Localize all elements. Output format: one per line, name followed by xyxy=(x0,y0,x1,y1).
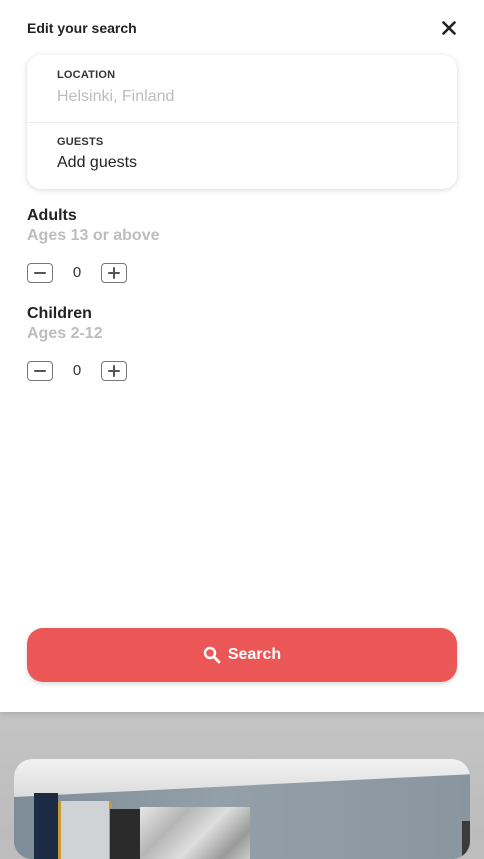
minus-icon xyxy=(34,362,46,381)
adults-count: 0 xyxy=(72,264,82,281)
guests-value[interactable]: Add guests xyxy=(57,154,137,172)
adults-subtitle: Ages 13 or above xyxy=(27,227,160,244)
stay-photo[interactable] xyxy=(14,759,470,859)
adults-increment-button[interactable] xyxy=(101,263,127,283)
location-input[interactable]: Helsinki, Finland xyxy=(57,88,174,106)
search-button-label: Search xyxy=(227,646,282,663)
close-icon xyxy=(442,20,456,39)
guests-field[interactable]: GUESTS Add guests xyxy=(27,122,457,189)
children-decrement-button[interactable] xyxy=(27,361,53,381)
search-button[interactable]: Search xyxy=(27,628,457,682)
search-card: LOCATION Helsinki, Finland GUESTS Add gu… xyxy=(27,55,457,189)
close-button[interactable] xyxy=(436,16,462,42)
plus-icon xyxy=(108,264,120,283)
children-count: 0 xyxy=(72,362,82,379)
children-increment-button[interactable] xyxy=(101,361,127,381)
location-label: LOCATION xyxy=(57,69,116,81)
search-icon xyxy=(203,646,221,664)
children-subtitle: Ages 2-12 xyxy=(27,325,103,342)
children-title: Children xyxy=(27,305,92,322)
photo-furniture xyxy=(110,809,140,859)
location-field[interactable]: LOCATION Helsinki, Finland xyxy=(27,55,457,122)
sheet-title: Edit your search xyxy=(27,20,137,36)
photo-wall-art xyxy=(140,807,250,859)
photo-curtain xyxy=(34,793,58,859)
photo-lamp xyxy=(462,821,470,859)
edit-search-sheet: Edit your search LOCATION Helsinki, Finl… xyxy=(0,0,484,712)
photo-window xyxy=(58,801,112,859)
minus-icon xyxy=(34,264,46,283)
guests-label: GUESTS xyxy=(57,136,104,148)
plus-icon xyxy=(108,362,120,381)
adults-decrement-button[interactable] xyxy=(27,263,53,283)
adults-title: Adults xyxy=(27,207,77,224)
